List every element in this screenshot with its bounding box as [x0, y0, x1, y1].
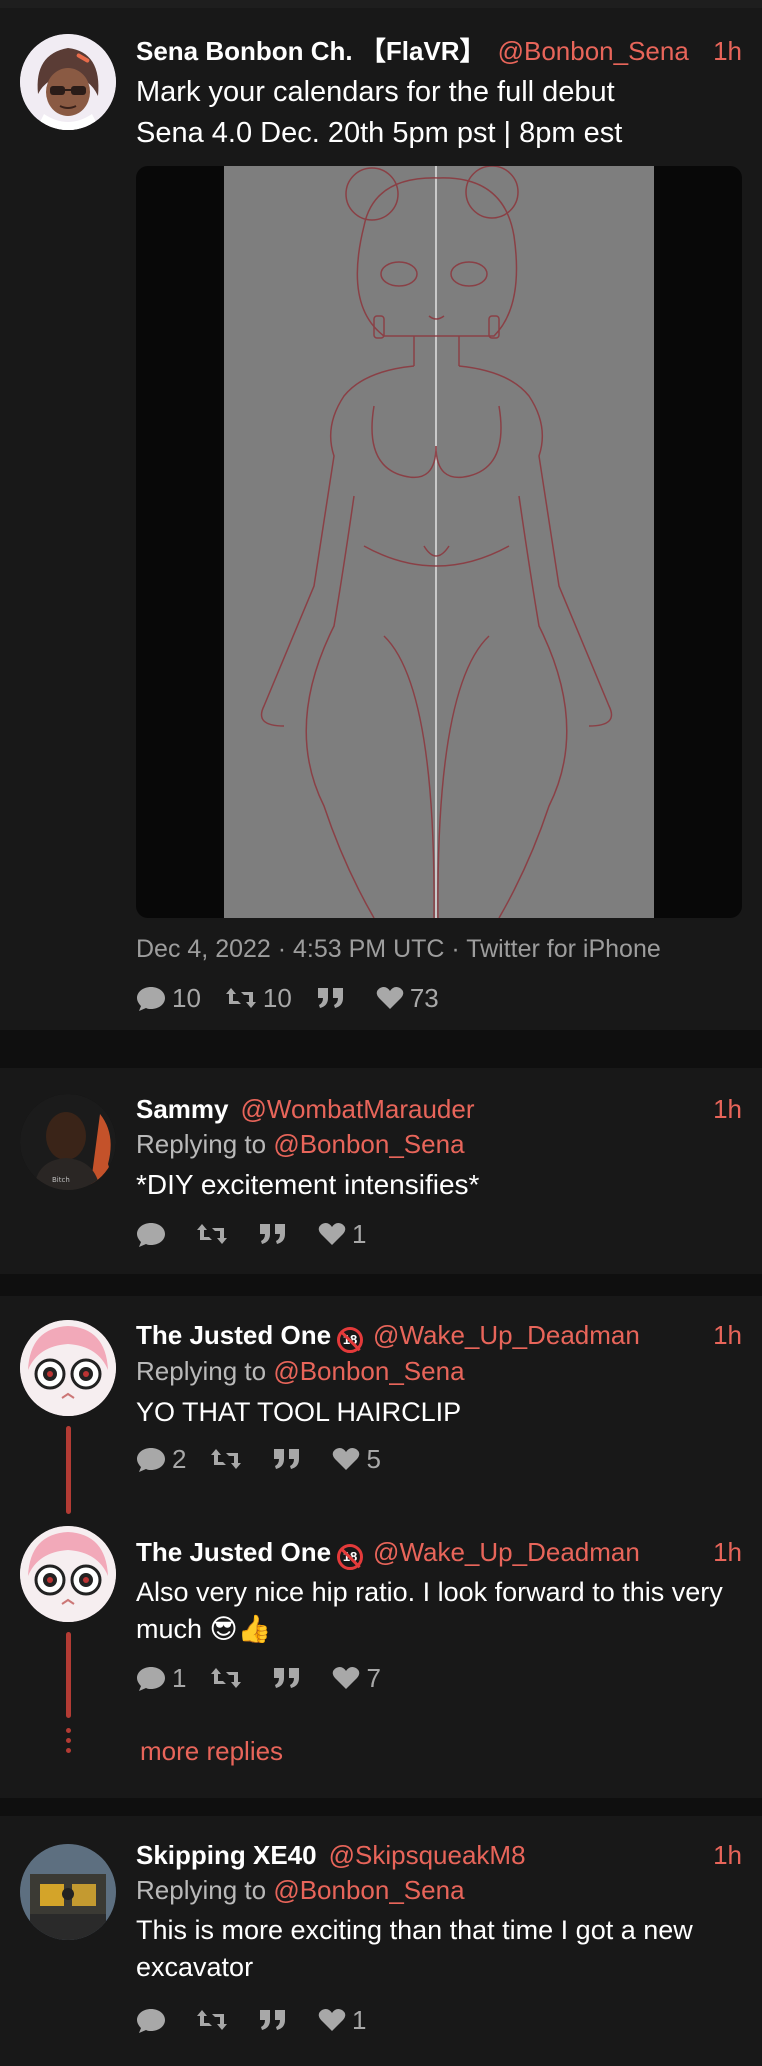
comment-icon	[137, 2009, 165, 2033]
quote-icon	[317, 988, 343, 1008]
author-handle[interactable]: @Wake_Up_Deadman	[373, 1318, 640, 1352]
like-count[interactable]: 5	[332, 1444, 381, 1475]
comment-icon	[137, 1448, 165, 1472]
like-count[interactable]: 1	[318, 1219, 366, 1250]
quote-count[interactable]	[258, 2008, 294, 2032]
author-name[interactable]: Sena Bonbon Ch. 【FlaVR】	[136, 34, 486, 68]
retweet-icon	[211, 1449, 242, 1469]
tweet-text-line-1: Also very nice hip ratio. I look forward…	[136, 1577, 723, 1607]
retweet-count[interactable]: 10	[225, 983, 292, 1014]
more-replies-link[interactable]: more replies	[136, 1736, 742, 1767]
like-count[interactable]: 7	[332, 1663, 381, 1694]
tweet-stats: 10 10 73	[136, 978, 742, 1018]
reply-tweet: Bitch Sammy @WombatMarauder 1h Replying …	[0, 1068, 762, 1274]
tweet-stats: 2 5	[136, 1439, 742, 1479]
tweet-text: YO THAT TOOL HAIRCLIP	[136, 1397, 462, 1427]
replying-to-handle[interactable]: @Bonbon_Sena	[273, 1356, 464, 1386]
divider	[0, 1030, 762, 1068]
tweet-time[interactable]: 1h	[713, 34, 742, 68]
reply-count[interactable]: 1	[136, 1663, 186, 1694]
no-18-badge-icon: 18	[337, 1327, 364, 1353]
tweet-text-line-2: excavator	[136, 1952, 254, 1982]
retweet-count[interactable]	[210, 1666, 248, 1690]
author-name[interactable]: The Justed One	[136, 1535, 331, 1569]
comment-icon	[137, 987, 165, 1011]
tweet-meta[interactable]: Dec 4, 2022 · 4:53 PM UTC · Twitter for …	[136, 932, 742, 966]
reply-count[interactable]	[136, 2007, 172, 2033]
retweet-icon	[197, 1224, 227, 1244]
reply-thread: The Justed One 18 @Wake_Up_Deadman 1h Re…	[0, 1296, 762, 1798]
comment-icon	[137, 1223, 165, 1247]
no-18-badge-icon: 18	[337, 1544, 364, 1570]
reply-count[interactable]: 10	[136, 983, 201, 1014]
quote-icon	[274, 1449, 300, 1469]
quote-count[interactable]	[272, 1447, 308, 1471]
retweet-icon	[225, 988, 256, 1008]
top-bar	[0, 0, 762, 8]
tweet-time[interactable]: 1h	[713, 1838, 742, 1872]
quote-count[interactable]	[258, 1222, 294, 1246]
tweet-time[interactable]: 1h	[713, 1092, 742, 1126]
replying-to: Replying to @Bonbon_Sena	[136, 1875, 465, 1905]
tweet-stats: 1	[136, 2000, 742, 2040]
tweet-time[interactable]: 1h	[713, 1318, 742, 1352]
quote-icon	[260, 2010, 285, 2030]
tweet-text-line-2: Sena 4.0 Dec. 20th 5pm pst | 8pm est	[136, 117, 623, 149]
author-name[interactable]: Skipping XE40	[136, 1838, 317, 1872]
quote-count[interactable]	[272, 1666, 308, 1690]
tweet-text-line-1: Mark your calendars for the full debut	[136, 76, 615, 108]
like-count[interactable]: 1	[318, 2005, 366, 2036]
replying-to-handle[interactable]: @Bonbon_Sena	[273, 1129, 464, 1159]
comment-icon	[137, 1667, 165, 1691]
heart-icon	[333, 1667, 360, 1689]
main-tweet: Sena Bonbon Ch. 【FlaVR】 @Bonbon_Sena 1h …	[0, 8, 762, 1030]
author-handle[interactable]: @Wake_Up_Deadman	[373, 1535, 640, 1569]
retweet-count[interactable]	[196, 2008, 234, 2032]
replying-to: Replying to @Bonbon_Sena	[136, 1129, 465, 1159]
tweet-text: *DIY excitement intensifies*	[136, 1169, 480, 1200]
reply-count[interactable]: 2	[136, 1444, 186, 1475]
quote-icon	[260, 1224, 285, 1244]
character-sketch-image	[260, 166, 613, 918]
retweet-count[interactable]	[210, 1447, 248, 1471]
divider	[0, 1274, 762, 1296]
tweet-text-line-2: much 😎👍	[136, 1614, 272, 1644]
heart-icon	[376, 987, 404, 1009]
divider	[0, 1798, 762, 1816]
heart-icon	[318, 1223, 346, 1245]
quote-icon	[274, 1668, 300, 1688]
retweet-icon	[197, 2010, 227, 2030]
author-handle[interactable]: @WombatMarauder	[241, 1092, 475, 1126]
author-name[interactable]: Sammy	[136, 1092, 229, 1126]
retweet-icon	[211, 1668, 242, 1688]
sketch-canvas	[224, 166, 654, 918]
tweet-time[interactable]: 1h	[713, 1535, 742, 1569]
heart-icon	[318, 2009, 346, 2031]
author-handle[interactable]: @Bonbon_Sena	[498, 34, 689, 68]
heart-icon	[333, 1448, 360, 1470]
tweet-image[interactable]	[136, 166, 742, 918]
reply-tweet: Skipping XE40 @SkipsqueakM8 1h Replying …	[0, 1816, 762, 2066]
tweet-text-line-1: This is more exciting than that time I g…	[136, 1915, 693, 1945]
author-handle[interactable]: @SkipsqueakM8	[329, 1838, 526, 1872]
like-count[interactable]: 73	[376, 983, 439, 1014]
tweet-stats: 1 7	[136, 1658, 742, 1698]
replying-to: Replying to @Bonbon_Sena	[136, 1356, 465, 1386]
quote-count[interactable]	[316, 986, 352, 1010]
tweet-stats: 1	[136, 1214, 742, 1254]
retweet-count[interactable]	[196, 1222, 234, 1246]
reply-count[interactable]	[136, 1221, 172, 1247]
replying-to-handle[interactable]: @Bonbon_Sena	[273, 1875, 464, 1905]
author-name[interactable]: The Justed One	[136, 1318, 331, 1352]
